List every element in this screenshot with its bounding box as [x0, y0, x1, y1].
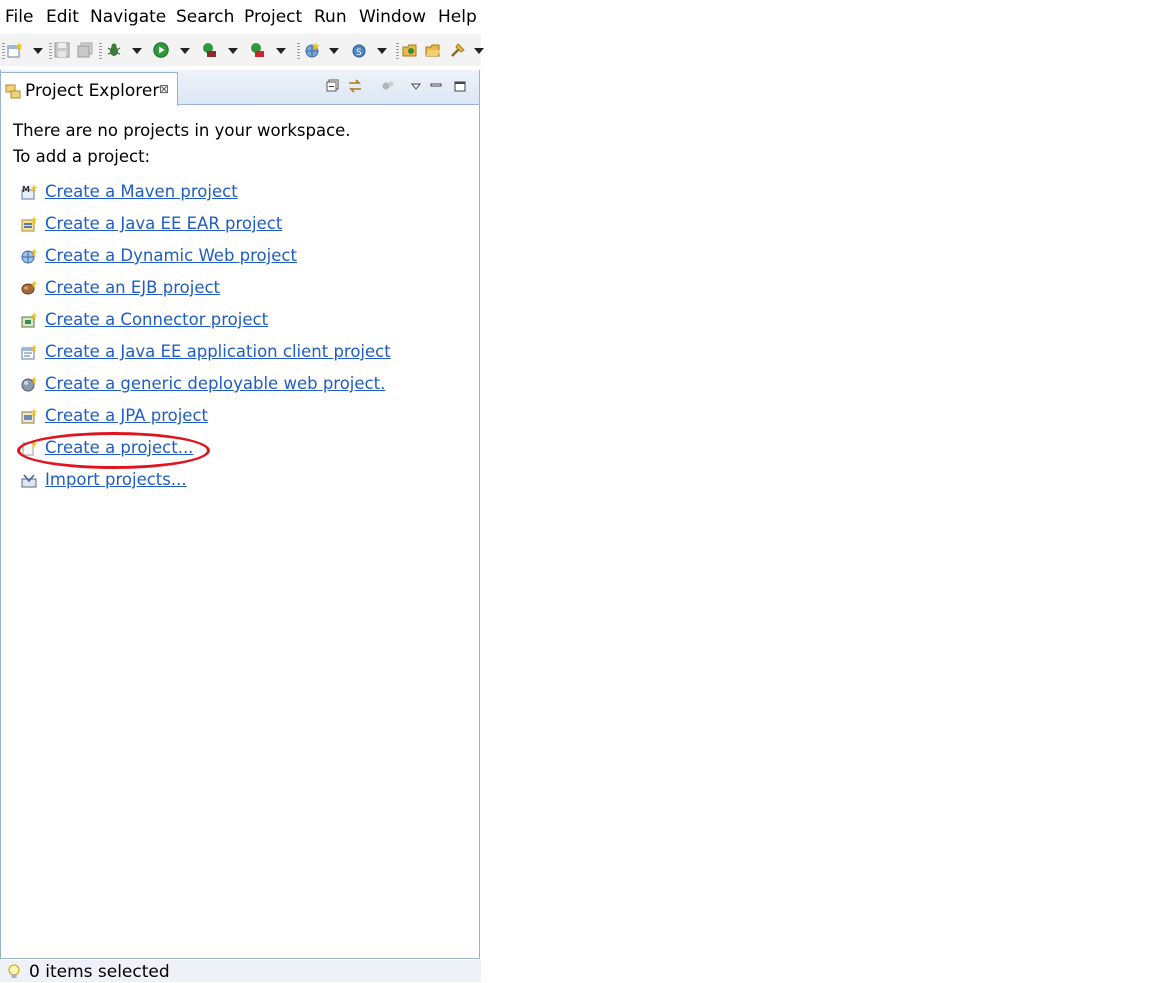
- save-all-icon[interactable]: [77, 42, 93, 58]
- link-label[interactable]: Create a Dynamic Web project: [45, 245, 297, 267]
- generic-web-project-icon: [21, 376, 37, 392]
- link-label[interactable]: Create a Maven project: [45, 181, 238, 203]
- maximize-icon[interactable]: [452, 78, 468, 94]
- menu-run[interactable]: Run: [314, 6, 347, 28]
- status-bar: 0 items selected: [0, 960, 481, 982]
- menu-search[interactable]: Search: [176, 6, 234, 28]
- debug-dropdown-arrow[interactable]: [132, 48, 142, 54]
- link-with-editor-icon[interactable]: [347, 78, 363, 94]
- link-label[interactable]: Create a Java EE EAR project: [45, 213, 282, 235]
- coverage-icon[interactable]: [249, 42, 265, 58]
- tab-label: Project Explorer: [25, 81, 160, 101]
- add-project-prompt: To add a project:: [13, 147, 151, 166]
- run-icon[interactable]: [153, 42, 169, 58]
- ear-project-icon: [21, 216, 37, 232]
- filter-icon[interactable]: [380, 78, 396, 94]
- svg-text:S: S: [356, 48, 362, 58]
- run-tool-dropdown-arrow[interactable]: [228, 48, 238, 54]
- empty-workspace-message: There are no projects in your workspace.: [13, 121, 351, 140]
- menu-project[interactable]: Project: [244, 6, 302, 28]
- link-label[interactable]: Create an EJB project: [45, 277, 220, 299]
- coverage-dropdown-arrow[interactable]: [276, 48, 286, 54]
- menu-help[interactable]: Help: [438, 6, 477, 28]
- link-label[interactable]: Create a Java EE application client proj…: [45, 341, 391, 363]
- link-label[interactable]: Import projects...: [45, 469, 187, 491]
- collapse-all-icon[interactable]: [326, 78, 342, 94]
- web-service-dropdown-arrow[interactable]: [377, 48, 387, 54]
- toolbar-grip[interactable]: [396, 43, 399, 59]
- link-label[interactable]: Create a JPA project: [45, 405, 208, 427]
- import-icon: [21, 474, 37, 488]
- toolbar-grip[interactable]: [2, 43, 5, 59]
- project-explorer-icon: [5, 84, 21, 99]
- view-header: Project Explorer ⊠: [1, 70, 479, 106]
- web-project-icon: [21, 248, 37, 264]
- menu-bar: File Edit Navigate Search Project Run Wi…: [0, 0, 481, 34]
- maven-project-icon: M: [21, 184, 37, 200]
- menu-navigate[interactable]: Navigate: [90, 6, 166, 28]
- main-toolbar: S: [0, 34, 484, 66]
- menu-window[interactable]: Window: [359, 6, 426, 28]
- new-wizard-icon[interactable]: [7, 42, 23, 58]
- tab-project-explorer[interactable]: Project Explorer ⊠: [1, 72, 178, 106]
- ejb-project-icon: [21, 280, 37, 295]
- new-server-icon[interactable]: [304, 42, 320, 58]
- search-dropdown-arrow[interactable]: [474, 48, 484, 54]
- eclipse-window: File Edit Navigate Search Project Run Wi…: [0, 0, 484, 982]
- app-client-project-icon: [21, 344, 37, 360]
- menu-edit[interactable]: Edit: [46, 6, 79, 28]
- save-icon[interactable]: [54, 42, 70, 58]
- jpa-project-icon: [21, 408, 37, 424]
- svg-text:M: M: [22, 185, 30, 194]
- new-dropdown-arrow[interactable]: [33, 48, 43, 54]
- toolbar-grip[interactable]: [49, 43, 52, 59]
- new-server-dropdown-arrow[interactable]: [329, 48, 339, 54]
- minimize-icon[interactable]: [428, 78, 444, 94]
- close-icon[interactable]: ⊠: [159, 82, 169, 96]
- open-task-icon[interactable]: [425, 42, 441, 58]
- debug-icon[interactable]: [106, 42, 122, 58]
- link-label[interactable]: Create a project...: [45, 437, 193, 459]
- view-menu-icon[interactable]: [408, 78, 424, 94]
- open-type-icon[interactable]: [402, 42, 418, 58]
- status-text: 0 items selected: [29, 962, 170, 982]
- toolbar-grip[interactable]: [99, 43, 102, 59]
- link-label[interactable]: Create a Connector project: [45, 309, 268, 331]
- search-icon[interactable]: [450, 42, 466, 58]
- project-explorer-view: Project Explorer ⊠ There are no projects…: [0, 70, 480, 959]
- toolbar-grip[interactable]: [297, 43, 300, 59]
- link-label[interactable]: Create a generic deployable web project.: [45, 373, 385, 395]
- run-last-tool-icon[interactable]: [201, 42, 217, 58]
- new-web-service-icon[interactable]: S: [351, 42, 367, 58]
- lightbulb-icon: [8, 964, 20, 978]
- connector-project-icon: [21, 312, 37, 328]
- run-dropdown-arrow[interactable]: [180, 48, 190, 54]
- new-project-icon: [22, 440, 37, 456]
- menu-file[interactable]: File: [5, 6, 33, 28]
